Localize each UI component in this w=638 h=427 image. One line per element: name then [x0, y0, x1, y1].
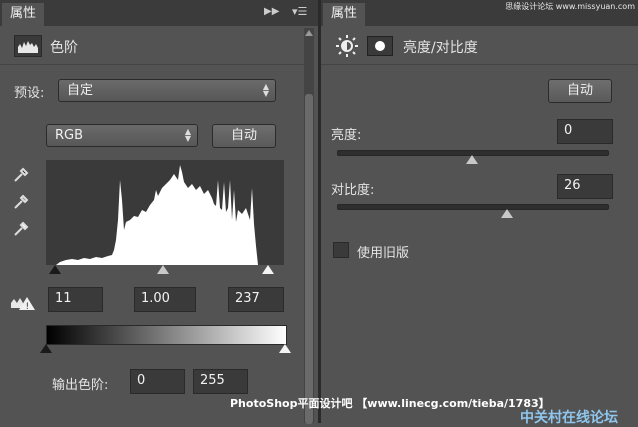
output-gradient	[46, 325, 287, 345]
divider	[321, 64, 638, 65]
contrast-slider-track[interactable]	[337, 204, 609, 210]
divider	[0, 64, 304, 65]
legacy-checkbox[interactable]	[333, 242, 349, 258]
output-black-slider[interactable]	[40, 344, 52, 353]
contrast-field[interactable]: 26	[557, 174, 613, 199]
auto-button[interactable]: 自动	[548, 79, 612, 103]
brightness-icon	[335, 34, 359, 62]
scroll-up-arrow[interactable]	[305, 30, 313, 36]
legacy-label: 使用旧版	[357, 246, 410, 261]
output-white-field[interactable]: 255	[193, 369, 248, 394]
svg-text:!: !	[26, 302, 30, 311]
input-white-field[interactable]: 237	[228, 287, 284, 312]
contrast-slider-thumb[interactable]	[501, 209, 513, 218]
brightness-contrast-properties-panel: 属性 亮度/对比度 自动 亮度: 0 对比度: 26 使用旧版	[321, 0, 638, 423]
panel-title: 色阶	[50, 40, 78, 56]
tab-properties[interactable]: 属性	[323, 3, 366, 26]
contrast-label: 对比度:	[331, 183, 375, 198]
preset-select[interactable]: 自定 ▲ ▼	[58, 79, 276, 102]
input-gray-slider[interactable]	[157, 265, 169, 274]
auto-button[interactable]: 自动	[212, 124, 276, 148]
output-white-slider[interactable]	[279, 344, 291, 353]
watermark-corner: 中关村在线论坛	[520, 410, 618, 426]
output-label: 输出色阶:	[52, 378, 109, 393]
watermark-bottom: PhotoShop平面设计吧 【www.linecg.com/tieba/178…	[230, 397, 550, 410]
preset-label: 预设:	[14, 86, 45, 101]
brightness-slider-thumb[interactable]	[466, 155, 478, 164]
panel-title: 亮度/对比度	[403, 40, 478, 56]
clipping-warning-icon[interactable]: !	[10, 295, 36, 315]
input-black-field[interactable]: 11	[48, 287, 103, 312]
eyedropper-gray-icon[interactable]	[12, 193, 30, 215]
input-white-slider[interactable]	[262, 265, 274, 274]
brightness-label: 亮度:	[331, 128, 362, 143]
tab-bar: 属性 ▶▶ ▾☰	[0, 0, 318, 26]
channel-value: RGB	[55, 128, 84, 143]
panel-menu-icon[interactable]: ▾☰	[292, 5, 307, 18]
channel-select[interactable]: RGB ▲ ▼	[46, 124, 198, 147]
histogram	[46, 160, 284, 265]
mask-icon[interactable]	[367, 36, 393, 56]
watermark-top-right: 思缘设计论坛 www.missyuan.com	[505, 2, 635, 11]
levels-icon	[14, 35, 42, 57]
brightness-field[interactable]: 0	[557, 119, 613, 144]
preset-value: 自定	[67, 83, 94, 98]
output-black-field[interactable]: 0	[130, 369, 185, 394]
eyedropper-white-icon[interactable]	[12, 220, 30, 242]
eyedropper-black-icon[interactable]	[12, 166, 30, 188]
levels-properties-panel: 属性 ▶▶ ▾☰ 色阶 预设: 自定 ▲ ▼ RGB ▲ ▼ 自动 ! 11 1…	[0, 0, 318, 424]
scrollbar[interactable]	[304, 28, 314, 424]
tab-properties[interactable]: 属性	[2, 3, 45, 26]
select-arrows-icon: ▲ ▼	[262, 82, 269, 98]
input-gamma-field[interactable]: 1.00	[134, 287, 196, 312]
select-arrows-icon: ▲ ▼	[184, 127, 191, 143]
collapse-icon[interactable]: ▶▶	[264, 6, 279, 17]
mask-dot	[375, 41, 385, 51]
input-black-slider[interactable]	[49, 265, 61, 274]
scrollbar-thumb[interactable]	[305, 94, 313, 424]
